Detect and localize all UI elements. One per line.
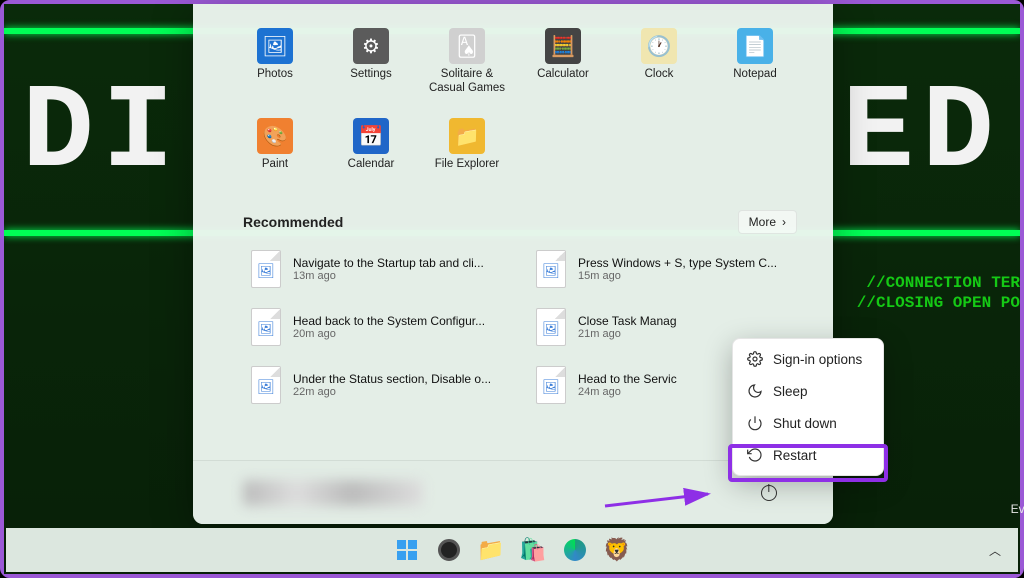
sleep-item[interactable]: Sleep <box>737 375 879 407</box>
power-icon <box>761 485 777 501</box>
explorer-taskbar-icon[interactable]: 📁 <box>473 532 509 568</box>
app-label: Settings <box>326 68 416 82</box>
pinned-apps-grid: 🖼 Photos ⚙ Settings 🂡 Solitaire & Casual Game… <box>229 22 797 198</box>
brave-icon: 🦁 <box>603 537 630 563</box>
app-label: Paint <box>230 158 320 172</box>
obs-icon <box>438 539 460 561</box>
app-icon: 📅 <box>353 118 389 154</box>
document-icon <box>536 250 566 288</box>
wallpaper-text-right: ED <box>842 74 1002 194</box>
app-label: File Explorer <box>422 158 512 172</box>
chevron-right-icon: › <box>782 215 786 229</box>
more-button[interactable]: More › <box>738 210 797 234</box>
recommended-time: 13m ago <box>293 270 484 282</box>
power-button[interactable] <box>751 475 787 511</box>
app-label: Calculator <box>518 68 608 82</box>
app-tile-notepad[interactable]: 📄 Notepad <box>709 22 801 108</box>
app-tile-calculator[interactable]: 🧮 Calculator <box>517 22 609 108</box>
app-icon: ⚙ <box>353 28 389 64</box>
app-label: Calendar <box>326 158 416 172</box>
app-tile-calendar[interactable]: 📅 Calendar <box>325 112 417 198</box>
store-taskbar-icon[interactable]: 🛍️ <box>515 532 551 568</box>
taskbar: 📁 🛍️ 🦁 ︿ <box>6 528 1018 572</box>
recommended-time: 20m ago <box>293 328 485 340</box>
app-label: Photos <box>230 68 320 82</box>
recommended-time: 15m ago <box>578 270 777 282</box>
document-icon <box>536 366 566 404</box>
power-icon <box>747 415 763 431</box>
app-icon: 📄 <box>737 28 773 64</box>
app-icon: 🖼 <box>257 28 293 64</box>
restart-item[interactable]: Restart <box>737 439 879 471</box>
recommended-heading: Recommended <box>243 214 343 230</box>
chevron-up-icon: ︿ <box>989 542 1001 559</box>
recommended-item[interactable]: Under the Status section, Disable o...22… <box>243 360 512 410</box>
gear-icon <box>747 351 763 367</box>
app-label: Notepad <box>710 68 800 82</box>
recommended-title: Press Windows + S, type System C... <box>578 256 777 270</box>
shutdown-label: Shut down <box>773 416 837 431</box>
brave-taskbar-icon[interactable]: 🦁 <box>599 532 635 568</box>
user-account[interactable] <box>243 480 423 506</box>
sleep-label: Sleep <box>773 384 808 399</box>
app-tile-clock[interactable]: 🕐 Clock <box>613 22 705 108</box>
app-tile-file[interactable]: 📁 File Explorer <box>421 112 513 198</box>
document-icon <box>251 308 281 346</box>
app-label: Clock <box>614 68 704 82</box>
app-tile-solitaire[interactable]: 🂡 Solitaire & Casual Games <box>421 22 513 108</box>
app-tile-photos[interactable]: 🖼 Photos <box>229 22 321 108</box>
shutdown-item[interactable]: Shut down <box>737 407 879 439</box>
document-icon <box>251 366 281 404</box>
power-context-menu: Sign-in options Sleep Shut down Restart <box>732 338 884 476</box>
signin-options-label: Sign-in options <box>773 352 862 367</box>
app-tile-paint[interactable]: 🎨 Paint <box>229 112 321 198</box>
wallpaper-status-1: //CONNECTION TER <box>866 274 1020 292</box>
annotation-arrow <box>600 486 720 526</box>
app-icon: 🂡 <box>449 28 485 64</box>
restart-icon <box>747 447 763 463</box>
app-icon: 🧮 <box>545 28 581 64</box>
document-icon <box>251 250 281 288</box>
recommended-time: 21m ago <box>578 328 677 340</box>
app-icon: 📁 <box>449 118 485 154</box>
recommended-title: Head back to the System Configur... <box>293 314 485 328</box>
start-taskbar-icon[interactable] <box>389 532 425 568</box>
store-icon: 🛍️ <box>519 537 546 563</box>
more-label: More <box>749 215 776 229</box>
recommended-title: Close Task Manag <box>578 314 677 328</box>
edge-taskbar-icon[interactable] <box>557 532 593 568</box>
restart-label: Restart <box>773 448 817 463</box>
moon-icon <box>747 383 763 399</box>
recommended-title: Head to the Servic <box>578 372 677 386</box>
app-icon: 🎨 <box>257 118 293 154</box>
app-icon: 🕐 <box>641 28 677 64</box>
recommended-item[interactable]: Press Windows + S, type System C...15m a… <box>528 244 797 294</box>
recommended-title: Under the Status section, Disable o... <box>293 372 491 386</box>
wallpaper-status-2: //CLOSING OPEN PO <box>857 294 1020 312</box>
recommended-item[interactable]: Navigate to the Startup tab and cli...13… <box>243 244 512 294</box>
activation-watermark: Winc Evaluatio <box>1011 487 1024 518</box>
tray-chevron[interactable]: ︿ <box>982 537 1008 563</box>
recommended-title: Navigate to the Startup tab and cli... <box>293 256 484 270</box>
recommended-time: 24m ago <box>578 386 677 398</box>
folder-icon: 📁 <box>477 537 504 563</box>
document-icon <box>536 308 566 346</box>
app-label: Solitaire & Casual Games <box>422 68 512 96</box>
wallpaper-text-left: DI <box>22 74 182 194</box>
app-tile-settings[interactable]: ⚙ Settings <box>325 22 417 108</box>
recommended-item[interactable]: Head back to the System Configur...20m a… <box>243 302 512 352</box>
obs-taskbar-icon[interactable] <box>431 532 467 568</box>
recommended-time: 22m ago <box>293 386 491 398</box>
edge-icon <box>564 539 586 561</box>
signin-options-item[interactable]: Sign-in options <box>737 343 879 375</box>
windows-logo-icon <box>395 538 419 562</box>
